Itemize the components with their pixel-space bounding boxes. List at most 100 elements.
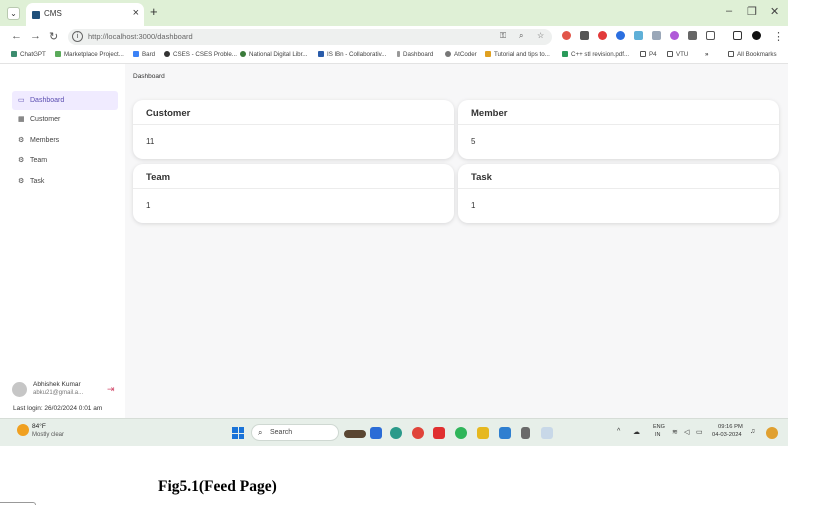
edge-icon[interactable] xyxy=(390,427,402,439)
maximize-icon[interactable]: ❐ xyxy=(747,5,757,18)
extension-icon[interactable] xyxy=(598,31,607,40)
clock-time[interactable]: 09:16 PM xyxy=(718,424,743,430)
file-explorer-icon[interactable] xyxy=(477,427,489,439)
battery-icon[interactable]: ▭ xyxy=(696,428,703,436)
stat-card-team[interactable]: Team 1 xyxy=(133,164,454,223)
bookmark-item[interactable]: IS lBn - Collaborativ... xyxy=(318,51,386,58)
notification-bell-icon[interactable]: ♫ xyxy=(750,428,755,435)
sidebar-item-members[interactable]: ⚙ Members xyxy=(12,131,118,150)
bookmark-item[interactable]: CSES - CSES Proble... xyxy=(164,51,237,58)
extension-icon[interactable] xyxy=(670,31,679,40)
sheet-icon xyxy=(55,51,61,57)
browser-toolbar: ← → ↻ i http://localhost:3000/dashboard … xyxy=(0,26,788,48)
card-divider xyxy=(133,124,454,125)
speaker-icon[interactable]: ◁ xyxy=(684,428,689,436)
new-tab-icon[interactable]: + xyxy=(150,4,158,19)
sidepanel-icon[interactable] xyxy=(733,31,742,40)
sidebar-item-label: Team xyxy=(30,157,48,164)
extension-icon[interactable] xyxy=(688,31,697,40)
widget-icon[interactable] xyxy=(344,430,366,438)
windows-start-icon[interactable] xyxy=(232,427,244,439)
language-region[interactable]: IN xyxy=(655,432,661,438)
clock-date[interactable]: 04-03-2024 xyxy=(712,432,742,438)
card-title: Team xyxy=(146,172,171,183)
copilot-icon[interactable] xyxy=(766,427,778,439)
app-icon[interactable] xyxy=(541,427,553,439)
forward-icon[interactable]: → xyxy=(30,30,41,42)
bookmark-item[interactable]: AtCoder xyxy=(445,51,477,58)
windows-taskbar: 84°F Mostly clear ⌕ Search ^ ☁ ENG IN ≋ … xyxy=(0,418,788,446)
bookmark-item[interactable]: C++ stl revision.pdf... xyxy=(562,51,629,58)
card-title: Customer xyxy=(146,108,191,119)
address-bar[interactable]: i http://localhost:3000/dashboard ⚿ ⌕ ☆ xyxy=(68,29,552,45)
dashboard-icon: ▭ xyxy=(18,97,25,104)
cms-app: ▭ Dashboard ▦ Customer ⚙ Members ⚙ Team … xyxy=(0,64,788,418)
youtube-icon[interactable] xyxy=(433,427,445,439)
chrome-icon[interactable] xyxy=(412,427,424,439)
weather-temperature[interactable]: 84°F xyxy=(32,423,46,430)
key-icon[interactable]: ⚿ xyxy=(500,31,506,41)
bookmark-folder[interactable]: VTU xyxy=(667,51,688,58)
bookmark-star-icon[interactable]: ☆ xyxy=(537,31,544,40)
folder-icon xyxy=(728,51,734,57)
tab-search-icon[interactable]: ⌄ xyxy=(7,7,20,20)
bookmark-item[interactable]: Bard xyxy=(133,51,155,58)
all-bookmarks-folder[interactable]: All Bookmarks xyxy=(728,51,777,58)
bookmark-item[interactable]: Dashboard xyxy=(397,51,433,58)
extension-icon[interactable] xyxy=(634,31,643,40)
bin-icon xyxy=(318,51,324,57)
vscode-icon[interactable] xyxy=(499,427,511,439)
sidebar-item-customer[interactable]: ▦ Customer xyxy=(12,110,118,129)
reload-icon[interactable]: ↻ xyxy=(49,30,58,43)
bookmarks-bar: ChatGPT Marketplace Project... Bard CSES… xyxy=(0,48,788,64)
zoom-icon[interactable]: ⌕ xyxy=(519,31,523,41)
wifi-icon[interactable]: ≋ xyxy=(672,428,678,436)
card-value: 5 xyxy=(471,137,476,146)
sidebar-item-team[interactable]: ⚙ Team xyxy=(12,151,118,170)
stat-card-customer[interactable]: Customer 11 xyxy=(133,100,454,159)
profile-avatar-icon[interactable] xyxy=(752,31,761,40)
extensions-puzzle-icon[interactable] xyxy=(706,31,715,40)
sidebar-item-dashboard[interactable]: ▭ Dashboard xyxy=(12,91,118,110)
stat-card-member[interactable]: Member 5 xyxy=(458,100,779,159)
site-info-icon[interactable]: i xyxy=(72,31,83,42)
tab-close-icon[interactable]: × xyxy=(133,7,139,19)
bookmark-item[interactable]: National Digital Libr... xyxy=(240,51,307,58)
language-indicator[interactable]: ENG xyxy=(653,424,665,430)
avatar xyxy=(12,382,27,397)
app-icon[interactable] xyxy=(370,427,382,439)
weather-icon[interactable] xyxy=(17,424,29,436)
taskbar-search[interactable]: ⌕ Search xyxy=(251,424,339,441)
close-window-icon[interactable]: ✕ xyxy=(770,5,779,18)
weather-description[interactable]: Mostly clear xyxy=(32,432,64,438)
grid-icon: ▦ xyxy=(18,116,25,123)
card-divider xyxy=(133,188,454,189)
extension-icon[interactable] xyxy=(580,31,589,40)
folder-icon xyxy=(640,51,646,57)
browser-menu-icon[interactable]: ⋮ xyxy=(773,30,784,43)
app-icon[interactable] xyxy=(521,427,530,439)
bookmark-folder[interactable]: P4 xyxy=(640,51,657,58)
card-value: 11 xyxy=(146,137,155,146)
back-icon[interactable]: ← xyxy=(11,30,22,42)
bard-icon xyxy=(133,51,139,57)
sidebar-item-task[interactable]: ⚙ Task xyxy=(12,172,118,191)
logout-icon[interactable]: ⇥ xyxy=(107,384,115,395)
bookmark-item[interactable]: Tutorial and tips to... xyxy=(485,51,550,58)
stat-card-task[interactable]: Task 1 xyxy=(458,164,779,223)
card-divider xyxy=(458,188,779,189)
browser-tab-strip: ⌄ CMS × + – ❐ ✕ xyxy=(0,0,788,26)
more-bookmarks-icon[interactable]: » xyxy=(705,51,708,58)
browser-tab[interactable]: CMS × xyxy=(26,3,144,26)
minimize-icon[interactable]: – xyxy=(726,5,732,17)
whatsapp-icon[interactable] xyxy=(455,427,467,439)
extension-icon[interactable] xyxy=(616,31,625,40)
bookmark-item[interactable]: ChatGPT xyxy=(11,51,46,58)
bookmark-item[interactable]: Marketplace Project... xyxy=(55,51,124,58)
chevron-up-icon[interactable]: ^ xyxy=(617,428,620,435)
sidebar: ▭ Dashboard ▦ Customer ⚙ Members ⚙ Team … xyxy=(0,64,125,418)
extension-icon[interactable] xyxy=(562,31,571,40)
onedrive-icon[interactable]: ☁ xyxy=(633,428,640,436)
card-value: 1 xyxy=(471,201,476,210)
extension-icon[interactable] xyxy=(652,31,661,40)
